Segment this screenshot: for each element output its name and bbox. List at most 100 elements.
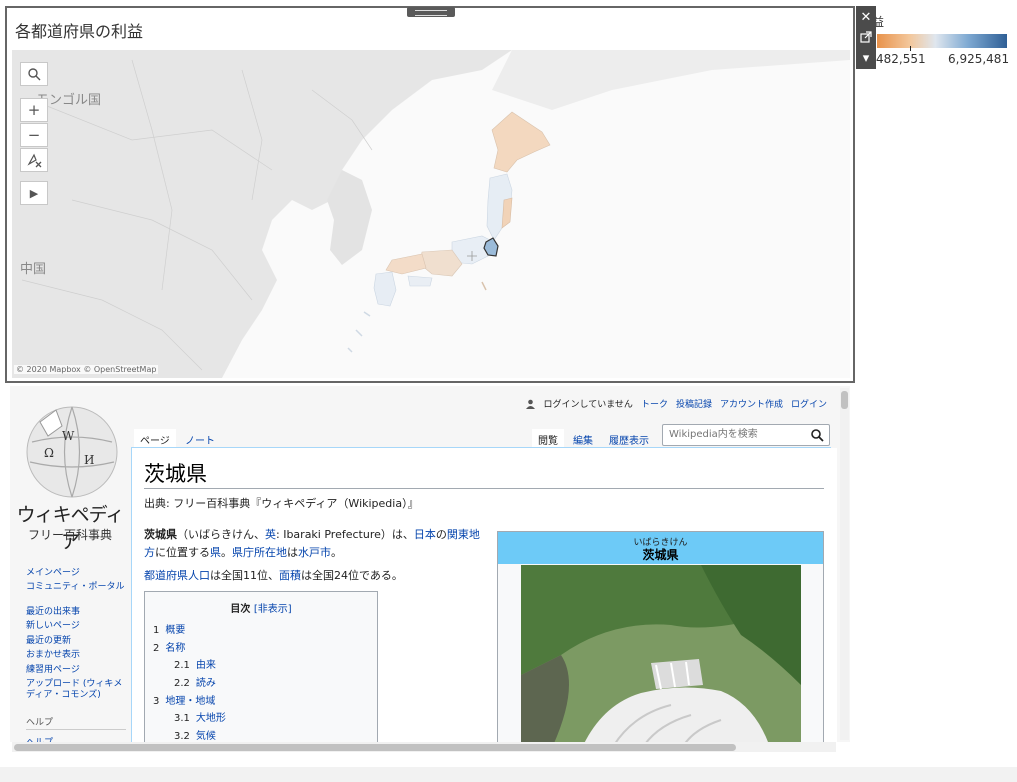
lead-text: は全国24位である。 xyxy=(301,569,403,582)
minus-icon: − xyxy=(27,126,41,144)
link-area[interactable]: 面積 xyxy=(279,569,301,582)
lead-text: 。 xyxy=(331,546,342,559)
link-prefecture[interactable]: 県 xyxy=(210,546,221,559)
izu-island-mark xyxy=(481,281,487,291)
infobox: いばらきけん 茨城県 xyxy=(497,531,824,746)
personal-link-create-account[interactable]: アカウント作成 xyxy=(720,397,783,410)
toc-item[interactable]: 3 地理・地域 xyxy=(153,692,215,707)
legend-max-label: 6,925,481 xyxy=(948,52,1010,66)
personal-link-login[interactable]: ログイン xyxy=(791,397,827,410)
expand-toolbar-button[interactable]: ▶ xyxy=(20,181,48,205)
tabs-baseline xyxy=(131,447,831,448)
shikoku-shape xyxy=(407,275,433,287)
sidebar-link-random[interactable]: おまかせ表示 xyxy=(26,650,126,661)
map-canvas[interactable]: モンゴル国 中国 xyxy=(12,50,850,378)
tab-edit[interactable]: 編集 xyxy=(567,429,599,447)
map-attribution[interactable]: © 2020 Mapbox © OpenStreetMap xyxy=(14,365,159,374)
sidebar-link-upload[interactable]: アップロード (ウィキメディア・コモンズ) xyxy=(26,679,126,701)
tab-read[interactable]: 閲覧 xyxy=(532,429,564,447)
toc-item-label: 気候 xyxy=(195,731,216,742)
chugoku-shape xyxy=(385,253,427,275)
svg-text:Ω: Ω xyxy=(44,446,54,460)
tab-talk[interactable]: ノート xyxy=(179,429,221,447)
tab-history[interactable]: 履歴表示 xyxy=(603,429,655,447)
close-icon: ✕ xyxy=(860,9,872,25)
vertical-scrollbar[interactable] xyxy=(840,388,849,740)
link-population[interactable]: 都道府県人口 xyxy=(144,569,210,582)
user-icon xyxy=(526,399,536,409)
toc-item-number: 1 xyxy=(153,625,160,636)
lead-text: : Ibaraki Prefecture）は、 xyxy=(276,528,414,541)
more-options-button[interactable]: ▾ xyxy=(856,47,876,69)
bottom-status-band xyxy=(0,767,1017,782)
login-status-text: ログインしていません xyxy=(543,400,633,410)
toc-heading: 目次 xyxy=(230,604,251,615)
lead-text: （いばらきけん、 xyxy=(177,528,265,541)
toc-item[interactable]: 2.2 読み xyxy=(174,674,216,689)
toc-item[interactable]: 2.1 由来 xyxy=(174,656,216,671)
link-english[interactable]: 英 xyxy=(265,528,276,541)
sidebar-link-recent-changes[interactable]: 最近の更新 xyxy=(26,636,126,647)
map-search-button[interactable] xyxy=(20,62,48,86)
lead-bold-name: 茨城県 xyxy=(144,528,177,541)
personal-tools-bar: ログインしていません トーク 投稿記録 アカウント作成 ログイン xyxy=(526,397,827,410)
wikipedia-globe-logo[interactable]: W Ω И xyxy=(22,402,122,502)
pin-clear-button[interactable] xyxy=(20,148,48,172)
vertical-scrollbar-thumb[interactable] xyxy=(841,391,848,409)
toc-item-label: 由来 xyxy=(195,660,216,671)
tab-page[interactable]: ページ xyxy=(134,429,176,447)
toc-item-number: 2 xyxy=(153,643,160,654)
lead-paragraph-1: 茨城県（いばらきけん、英: Ibaraki Prefecture）は、日本の関東… xyxy=(144,526,489,562)
toc-item[interactable]: 3.2 気候 xyxy=(174,727,216,742)
lead-text: は全国11位、 xyxy=(210,569,279,582)
toc-title: 目次 [非表示] xyxy=(145,600,377,615)
map-title: 各都道府県の利益 xyxy=(15,22,144,41)
infobox-name: 茨城県 xyxy=(642,548,679,562)
toc-item[interactable]: 3.1 大地形 xyxy=(174,709,226,724)
sidebar-link-sandbox[interactable]: 練習用ページ xyxy=(26,665,126,676)
popout-button[interactable] xyxy=(856,26,876,48)
link-mito[interactable]: 水戸市 xyxy=(298,546,331,559)
map-graphic xyxy=(12,50,850,378)
toc-item-label: 概要 xyxy=(165,625,186,636)
link-capital[interactable]: 県庁所在地 xyxy=(232,546,287,559)
sidebar-divider xyxy=(26,729,126,730)
close-button[interactable]: ✕ xyxy=(856,6,876,28)
lead-text: に位置する xyxy=(155,546,210,559)
zoom-in-button[interactable]: + xyxy=(20,98,48,122)
search-icon[interactable] xyxy=(810,428,824,442)
wiki-search-input[interactable] xyxy=(667,428,811,441)
lead-paragraph-2: 都道府県人口は全国11位、面積は全国24位である。 xyxy=(144,567,403,583)
toc-item-number: 3.1 xyxy=(174,713,190,724)
sidebar-link-new-pages[interactable]: 新しいページ xyxy=(26,621,126,632)
personal-link-contributions[interactable]: 投稿記録 xyxy=(676,397,712,410)
toc-item-number: 3 xyxy=(153,696,160,707)
map-label-china: 中国 xyxy=(20,262,47,277)
drag-handle[interactable] xyxy=(407,7,455,17)
sidebar-link-current-events[interactable]: 最近の出来事 xyxy=(26,607,126,618)
color-legend-bar xyxy=(877,34,1007,48)
wiki-search-box[interactable] xyxy=(662,424,830,446)
external-link-icon xyxy=(860,31,872,43)
toc-item-label: 大地形 xyxy=(195,713,226,724)
personal-link-talk[interactable]: トーク xyxy=(641,397,668,410)
sidebar-heading-help[interactable]: ヘルプ xyxy=(26,715,53,728)
map-toolbar: + − ▶ xyxy=(20,62,49,206)
zoom-out-button[interactable]: − xyxy=(20,123,48,147)
toc-toggle-link[interactable]: [非表示] xyxy=(254,604,292,615)
lead-text: 。 xyxy=(221,546,232,559)
waterfall-photo[interactable] xyxy=(521,565,801,746)
sidebar-link-main-page[interactable]: メインページ xyxy=(26,568,126,579)
russia-far-east-shape xyxy=(492,50,850,110)
svg-text:И: И xyxy=(84,453,94,467)
toc-item[interactable]: 1 概要 xyxy=(153,621,185,636)
sidebar-link-community[interactable]: コミュニティ・ポータル xyxy=(26,582,126,593)
link-japan[interactable]: 日本 xyxy=(414,528,436,541)
legend-tick xyxy=(910,46,911,51)
hokkaido-shape xyxy=(491,111,551,173)
lead-text: は xyxy=(287,546,298,559)
toc-item-number: 3.2 xyxy=(174,731,190,742)
toc-item[interactable]: 2 名称 xyxy=(153,639,185,654)
horizontal-scrollbar-thumb[interactable] xyxy=(14,744,736,751)
table-of-contents: 目次 [非表示] 1 概要 2 名称 2.1 由来 2.2 読み 3 地理・地域 3.1 大… xyxy=(144,591,378,751)
